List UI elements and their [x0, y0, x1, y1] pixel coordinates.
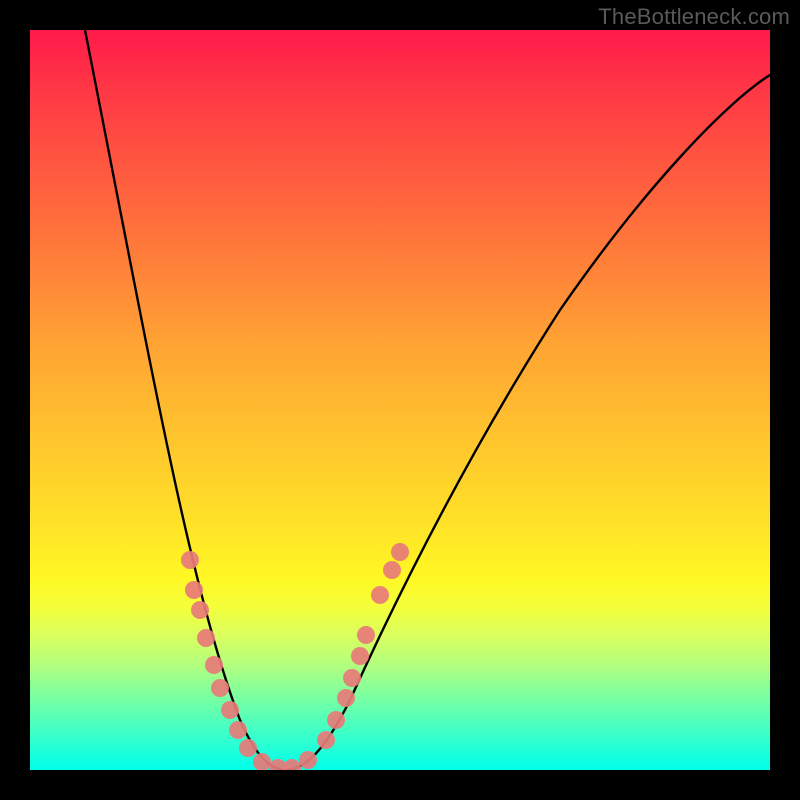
- data-point: [181, 551, 199, 569]
- watermark-text: TheBottleneck.com: [598, 4, 790, 30]
- data-point: [391, 543, 409, 561]
- data-point: [371, 586, 389, 604]
- data-dots: [181, 543, 409, 770]
- data-point: [283, 759, 301, 770]
- data-point: [351, 647, 369, 665]
- data-point: [327, 711, 345, 729]
- data-point: [343, 669, 361, 687]
- data-point: [317, 731, 335, 749]
- data-point: [337, 689, 355, 707]
- data-point: [197, 629, 215, 647]
- data-point: [383, 561, 401, 579]
- data-point: [205, 656, 223, 674]
- data-point: [211, 679, 229, 697]
- data-point: [239, 739, 257, 757]
- data-point: [299, 751, 317, 769]
- bottleneck-curve: [85, 30, 770, 770]
- data-point: [221, 701, 239, 719]
- data-point: [229, 721, 247, 739]
- data-point: [357, 626, 375, 644]
- data-point: [191, 601, 209, 619]
- data-point: [185, 581, 203, 599]
- chart-svg: [30, 30, 770, 770]
- chart-frame: TheBottleneck.com: [0, 0, 800, 800]
- data-point: [253, 753, 271, 770]
- chart-plot-area: [30, 30, 770, 770]
